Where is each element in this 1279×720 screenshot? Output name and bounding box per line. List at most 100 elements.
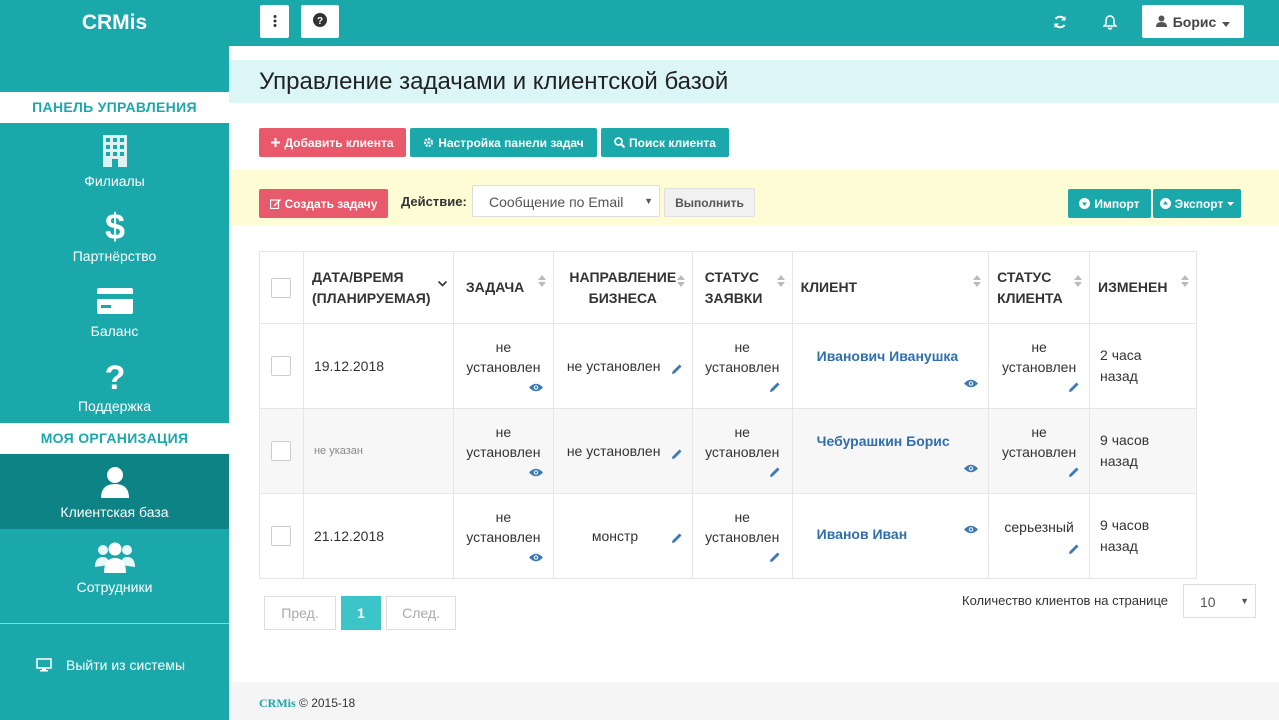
sidebar-item-label: Поддержка xyxy=(77,397,152,414)
sort-icon[interactable] xyxy=(776,272,785,287)
eye-icon[interactable] xyxy=(964,464,979,473)
action-select-value: Сообщение по Email xyxy=(489,194,624,210)
header-request-status[interactable]: СТАТУС ЗАЯВКИ xyxy=(691,251,793,324)
pencil-icon[interactable] xyxy=(671,363,683,375)
logout-label: Выйти из системы xyxy=(66,657,186,673)
sort-icon[interactable] xyxy=(973,272,982,287)
pencil-icon[interactable] xyxy=(1068,466,1080,478)
header-client-status-sublabel: КЛИЕНТА xyxy=(997,289,1063,306)
action-select[interactable]: Сообщение по Email ▼ xyxy=(472,185,660,217)
sort-icon[interactable] xyxy=(537,272,546,287)
task-panel-settings-button[interactable]: Настройка панели задач xyxy=(410,128,597,157)
user-name: Борис xyxy=(1172,13,1217,30)
help-circle-icon: ? xyxy=(313,13,327,30)
import-button[interactable]: Импорт xyxy=(1068,189,1151,218)
header-datetime-label: ДАТА/ВРЕМЯ xyxy=(311,268,404,285)
sort-icon[interactable] xyxy=(1074,272,1083,287)
pagination-next[interactable]: След. xyxy=(386,596,456,630)
header-client-label: КЛИЕНТ xyxy=(800,279,858,295)
top-bar: ? Борис xyxy=(229,0,1279,46)
page-header: Управление задачами и клиентской базой xyxy=(229,60,1279,103)
brand-logo[interactable]: CRMis xyxy=(0,0,229,46)
credit-card-icon xyxy=(96,283,134,319)
header-client-status[interactable]: СТАТУС КЛИЕНТА xyxy=(988,251,1091,324)
refresh-icon[interactable] xyxy=(1050,12,1070,32)
eye-icon[interactable] xyxy=(528,553,543,562)
caret-down-icon xyxy=(1222,14,1231,30)
header-client[interactable]: КЛИЕНТ xyxy=(791,251,990,324)
pencil-icon[interactable] xyxy=(769,551,781,563)
changed-value: 9 часов xyxy=(1100,517,1150,533)
client-link[interactable]: Чебурашкин Борис xyxy=(817,433,950,449)
logout-button[interactable]: Выйти из системы xyxy=(0,648,229,682)
pencil-icon[interactable] xyxy=(671,532,683,544)
task-cell: не установлен xyxy=(452,323,554,409)
direction-cell: не установлен xyxy=(552,408,693,494)
menu-toggle-button[interactable] xyxy=(260,5,289,38)
eye-icon[interactable] xyxy=(964,379,979,388)
pencil-icon[interactable] xyxy=(769,466,781,478)
client-link[interactable]: Иванов Иван xyxy=(817,526,908,542)
add-client-button[interactable]: Добавить клиента xyxy=(259,128,406,157)
direction-cell: монстр xyxy=(552,493,693,579)
sort-desc-icon[interactable] xyxy=(437,272,447,287)
export-dropdown-button[interactable]: Экспорт xyxy=(1153,189,1241,218)
help-button[interactable]: ? xyxy=(301,5,339,38)
client-status-value: серьезный xyxy=(1004,519,1074,535)
request-status-cell: не установлен xyxy=(691,323,793,409)
eye-icon[interactable] xyxy=(528,468,543,477)
section-control-panel: ПАНЕЛЬ УПРАВЛЕНИЯ xyxy=(0,92,229,123)
per-page-select[interactable]: 10 ▼ xyxy=(1183,584,1256,618)
row-checkbox[interactable] xyxy=(271,441,292,461)
table-row: 21.12.2018 не установлен монстр не устан… xyxy=(259,493,1197,579)
search-client-button[interactable]: Поиск клиента xyxy=(601,128,729,157)
create-task-button[interactable]: Создать задачу xyxy=(259,189,388,218)
sidebar-item-employees[interactable]: Сотрудники xyxy=(0,529,229,604)
pencil-icon[interactable] xyxy=(1068,543,1080,555)
pencil-icon[interactable] xyxy=(671,448,683,460)
sidebar-item-support[interactable]: ? Поддержка xyxy=(0,348,229,423)
sort-icon[interactable] xyxy=(676,272,685,287)
building-icon xyxy=(102,133,128,169)
execute-button[interactable]: Выполнить xyxy=(664,188,755,217)
sidebar-item-client-base[interactable]: Клиентская база xyxy=(0,454,229,529)
changed-value-2: назад xyxy=(1100,368,1138,384)
header-select-all xyxy=(259,251,304,324)
header-direction[interactable]: НАПРАВЛЕНИЕ БИЗНЕСА xyxy=(552,251,693,324)
footer-text: CRMis © 2015-18 xyxy=(259,696,355,711)
pagination-page-1[interactable]: 1 xyxy=(341,596,381,630)
eye-icon[interactable] xyxy=(964,525,979,534)
bell-icon[interactable] xyxy=(1100,12,1120,32)
header-changed[interactable]: ИЗМЕНЕН xyxy=(1089,251,1197,324)
row-select-cell xyxy=(259,323,304,409)
sidebar-item-partnership[interactable]: $ Партнёрство xyxy=(0,198,229,273)
select-all-checkbox[interactable] xyxy=(271,277,292,298)
page-title: Управление задачами и клиентской базой xyxy=(259,68,729,95)
sidebar-item-branches[interactable]: Филиалы xyxy=(0,123,229,198)
row-checkbox[interactable] xyxy=(271,356,292,376)
svg-text:?: ? xyxy=(317,16,323,27)
svg-text:$: $ xyxy=(104,208,124,244)
row-checkbox[interactable] xyxy=(271,526,292,546)
sidebar-item-balance[interactable]: Баланс xyxy=(0,273,229,348)
header-task[interactable]: ЗАДАЧА xyxy=(452,251,554,324)
pencil-icon[interactable] xyxy=(1068,381,1080,393)
pagination-prev[interactable]: Пред. xyxy=(264,596,336,630)
client-link[interactable]: Иванович Иванушка xyxy=(817,348,958,364)
header-datetime[interactable]: ДАТА/ВРЕМЯ (ПЛАНИРУЕМАЯ) xyxy=(302,251,454,324)
sidebar-item-label: Клиентская база xyxy=(60,503,169,520)
table-header-row: ДАТА/ВРЕМЯ (ПЛАНИРУЕМАЯ) ЗАДАЧА НАПРАВЛЕ… xyxy=(259,251,1197,324)
sort-icon[interactable] xyxy=(1181,272,1189,287)
eye-icon[interactable] xyxy=(528,383,543,392)
plus-icon xyxy=(271,138,281,147)
action-bar: Создать задачу Действие: Сообщение по Em… xyxy=(229,170,1279,225)
user-menu-button[interactable]: Борис xyxy=(1142,5,1244,38)
footer-brand[interactable]: CRMis xyxy=(259,696,296,710)
circle-arrow-up-icon xyxy=(1159,198,1171,209)
direction-cell: не установлен xyxy=(552,323,693,409)
sidebar-item-label: Партнёрство xyxy=(72,247,157,264)
pencil-icon[interactable] xyxy=(769,381,781,393)
dollar-icon: $ xyxy=(103,208,127,244)
select-caret-icon: ▼ xyxy=(644,196,653,206)
select-caret-icon: ▼ xyxy=(1240,596,1249,606)
